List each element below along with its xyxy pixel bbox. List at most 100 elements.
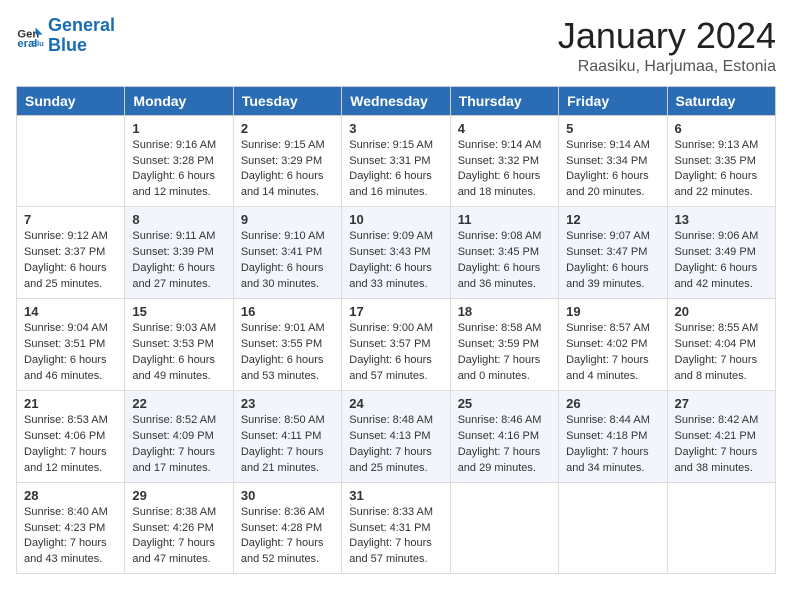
day-info: Sunrise: 9:04 AM Sunset: 3:51 PM Dayligh… [24,321,117,385]
sunset-text: Sunset: 4:09 PM [132,430,213,442]
sunset-text: Sunset: 3:32 PM [458,155,539,167]
sunrise-text: Sunrise: 9:16 AM [132,139,216,151]
day-info: Sunrise: 8:46 AM Sunset: 4:16 PM Dayligh… [458,413,551,477]
daylight-text: Daylight: 6 hours and 33 minutes. [349,262,432,290]
day-info: Sunrise: 9:11 AM Sunset: 3:39 PM Dayligh… [132,229,225,293]
calendar-cell: 19 Sunrise: 8:57 AM Sunset: 4:02 PM Dayl… [559,299,667,391]
svg-text:Blue: Blue [31,39,44,48]
day-number: 28 [24,488,117,503]
daylight-text: Daylight: 6 hours and 39 minutes. [566,262,649,290]
day-info: Sunrise: 9:08 AM Sunset: 3:45 PM Dayligh… [458,229,551,293]
header-thursday: Thursday [450,86,558,115]
day-number: 1 [132,121,225,136]
day-info: Sunrise: 9:14 AM Sunset: 3:34 PM Dayligh… [566,138,659,202]
daylight-text: Daylight: 7 hours and 21 minutes. [241,446,324,474]
day-info: Sunrise: 9:00 AM Sunset: 3:57 PM Dayligh… [349,321,442,385]
month-title: January 2024 [558,16,776,56]
daylight-text: Daylight: 6 hours and 20 minutes. [566,170,649,198]
daylight-text: Daylight: 6 hours and 22 minutes. [675,170,758,198]
calendar-cell: 10 Sunrise: 9:09 AM Sunset: 3:43 PM Dayl… [342,207,450,299]
sunrise-text: Sunrise: 8:36 AM [241,506,325,518]
sunset-text: Sunset: 3:53 PM [132,338,213,350]
calendar-cell: 22 Sunrise: 8:52 AM Sunset: 4:09 PM Dayl… [125,390,233,482]
calendar-week-3: 21 Sunrise: 8:53 AM Sunset: 4:06 PM Dayl… [17,390,776,482]
title-block: January 2024 Raasiku, Harjumaa, Estonia [558,16,776,76]
logo-icon: Gen eral Blue [16,22,44,50]
calendar-cell: 23 Sunrise: 8:50 AM Sunset: 4:11 PM Dayl… [233,390,341,482]
daylight-text: Daylight: 6 hours and 53 minutes. [241,354,324,382]
day-number: 6 [675,121,768,136]
sunrise-text: Sunrise: 9:03 AM [132,322,216,334]
calendar-cell: 17 Sunrise: 9:00 AM Sunset: 3:57 PM Dayl… [342,299,450,391]
day-info: Sunrise: 8:42 AM Sunset: 4:21 PM Dayligh… [675,413,768,477]
sunset-text: Sunset: 3:47 PM [566,246,647,258]
calendar-cell [17,115,125,207]
day-number: 31 [349,488,442,503]
daylight-text: Daylight: 6 hours and 46 minutes. [24,354,107,382]
header-wednesday: Wednesday [342,86,450,115]
sunset-text: Sunset: 4:26 PM [132,522,213,534]
header-row: Sunday Monday Tuesday Wednesday Thursday… [17,86,776,115]
day-info: Sunrise: 8:40 AM Sunset: 4:23 PM Dayligh… [24,505,117,569]
day-number: 22 [132,396,225,411]
calendar-week-0: 1 Sunrise: 9:16 AM Sunset: 3:28 PM Dayli… [17,115,776,207]
sunrise-text: Sunrise: 8:46 AM [458,414,542,426]
daylight-text: Daylight: 7 hours and 52 minutes. [241,537,324,565]
day-info: Sunrise: 8:52 AM Sunset: 4:09 PM Dayligh… [132,413,225,477]
day-info: Sunrise: 9:14 AM Sunset: 3:32 PM Dayligh… [458,138,551,202]
daylight-text: Daylight: 6 hours and 25 minutes. [24,262,107,290]
day-info: Sunrise: 8:50 AM Sunset: 4:11 PM Dayligh… [241,413,334,477]
day-number: 25 [458,396,551,411]
day-number: 12 [566,212,659,227]
calendar-cell: 12 Sunrise: 9:07 AM Sunset: 3:47 PM Dayl… [559,207,667,299]
sunrise-text: Sunrise: 9:07 AM [566,230,650,242]
sunrise-text: Sunrise: 9:15 AM [349,139,433,151]
sunrise-text: Sunrise: 8:44 AM [566,414,650,426]
sunset-text: Sunset: 3:59 PM [458,338,539,350]
calendar-cell: 28 Sunrise: 8:40 AM Sunset: 4:23 PM Dayl… [17,482,125,574]
calendar-week-4: 28 Sunrise: 8:40 AM Sunset: 4:23 PM Dayl… [17,482,776,574]
daylight-text: Daylight: 6 hours and 30 minutes. [241,262,324,290]
day-number: 16 [241,304,334,319]
calendar-cell: 1 Sunrise: 9:16 AM Sunset: 3:28 PM Dayli… [125,115,233,207]
sunrise-text: Sunrise: 9:09 AM [349,230,433,242]
day-info: Sunrise: 9:07 AM Sunset: 3:47 PM Dayligh… [566,229,659,293]
daylight-text: Daylight: 7 hours and 47 minutes. [132,537,215,565]
calendar-cell: 7 Sunrise: 9:12 AM Sunset: 3:37 PM Dayli… [17,207,125,299]
calendar-cell [559,482,667,574]
logo: Gen eral Blue General Blue [16,16,115,56]
daylight-text: Daylight: 6 hours and 27 minutes. [132,262,215,290]
day-number: 14 [24,304,117,319]
daylight-text: Daylight: 7 hours and 34 minutes. [566,446,649,474]
calendar-cell: 8 Sunrise: 9:11 AM Sunset: 3:39 PM Dayli… [125,207,233,299]
sunset-text: Sunset: 3:43 PM [349,246,430,258]
sunrise-text: Sunrise: 9:06 AM [675,230,759,242]
sunset-text: Sunset: 4:11 PM [241,430,322,442]
day-info: Sunrise: 9:06 AM Sunset: 3:49 PM Dayligh… [675,229,768,293]
sunrise-text: Sunrise: 8:52 AM [132,414,216,426]
day-info: Sunrise: 8:48 AM Sunset: 4:13 PM Dayligh… [349,413,442,477]
day-info: Sunrise: 8:44 AM Sunset: 4:18 PM Dayligh… [566,413,659,477]
day-number: 23 [241,396,334,411]
sunrise-text: Sunrise: 8:42 AM [675,414,759,426]
sunset-text: Sunset: 3:39 PM [132,246,213,258]
sunset-text: Sunset: 3:37 PM [24,246,105,258]
daylight-text: Daylight: 6 hours and 12 minutes. [132,170,215,198]
daylight-text: Daylight: 7 hours and 12 minutes. [24,446,107,474]
page-header: Gen eral Blue General Blue January 2024 … [16,16,776,76]
daylight-text: Daylight: 7 hours and 25 minutes. [349,446,432,474]
daylight-text: Daylight: 6 hours and 57 minutes. [349,354,432,382]
sunrise-text: Sunrise: 8:33 AM [349,506,433,518]
calendar-cell: 26 Sunrise: 8:44 AM Sunset: 4:18 PM Dayl… [559,390,667,482]
day-number: 8 [132,212,225,227]
calendar-cell: 13 Sunrise: 9:06 AM Sunset: 3:49 PM Dayl… [667,207,775,299]
location-title: Raasiku, Harjumaa, Estonia [558,58,776,76]
sunset-text: Sunset: 3:31 PM [349,155,430,167]
day-number: 9 [241,212,334,227]
calendar-cell: 29 Sunrise: 8:38 AM Sunset: 4:26 PM Dayl… [125,482,233,574]
calendar-cell: 9 Sunrise: 9:10 AM Sunset: 3:41 PM Dayli… [233,207,341,299]
day-number: 19 [566,304,659,319]
header-monday: Monday [125,86,233,115]
daylight-text: Daylight: 6 hours and 42 minutes. [675,262,758,290]
sunset-text: Sunset: 4:13 PM [349,430,430,442]
